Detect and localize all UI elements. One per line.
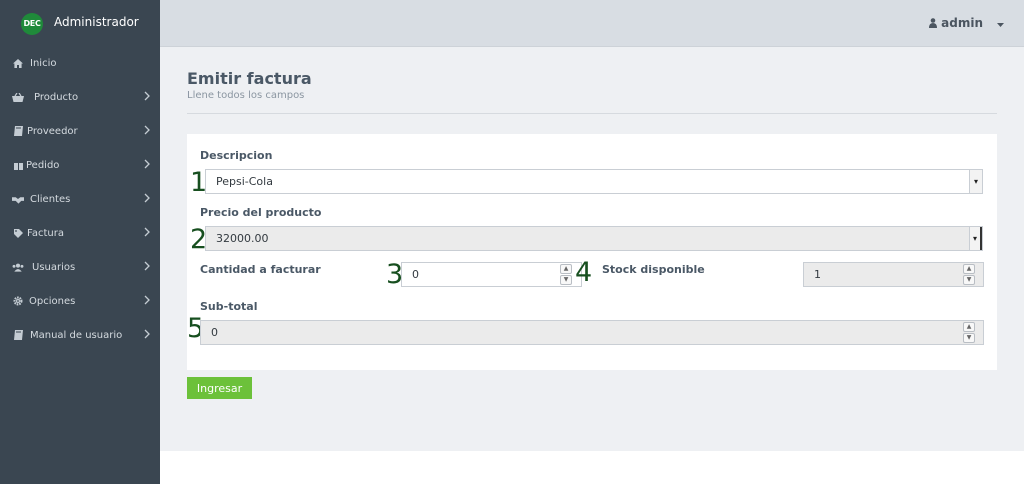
brand-name: Administrador <box>54 15 139 29</box>
cantidad-spinner[interactable]: ▲ ▼ <box>560 264 572 285</box>
sidebar-item-usuarios[interactable]: Usuarios <box>0 257 160 277</box>
sidebar-item-label: Manual de usuario <box>30 329 123 341</box>
descripcion-label: Descripcion <box>200 149 273 162</box>
divider <box>187 113 997 114</box>
stock-value: 1 <box>814 268 821 281</box>
sidebar: DEC Administrador Inicio Producto Provee… <box>0 0 160 484</box>
book-icon <box>12 330 24 340</box>
sidebar-item-label: Proveedor <box>27 125 78 137</box>
chevron-right-icon <box>144 193 150 206</box>
dropdown-arrow-icon[interactable]: ▾ <box>969 170 982 193</box>
page-subtitle: Llene todos los campos <box>187 90 305 101</box>
sidebar-item-clientes[interactable]: Clientes <box>0 189 160 209</box>
home-icon <box>12 58 24 68</box>
user-menu[interactable]: admin <box>929 16 1004 30</box>
subtotal-value: 0 <box>211 326 218 339</box>
chevron-right-icon <box>144 227 150 240</box>
marker-4: 4 <box>575 257 593 288</box>
brand-logo: DEC <box>21 12 43 35</box>
sidebar-item-label: Usuarios <box>32 261 76 273</box>
sidebar-item-label: Inicio <box>30 57 57 69</box>
sidebar-item-proveedor[interactable]: Proveedor <box>0 121 160 141</box>
precio-label: Precio del producto <box>200 206 322 219</box>
subtotal-input[interactable]: 0 ▲ ▼ <box>200 320 984 345</box>
chevron-right-icon <box>144 159 150 172</box>
subtotal-label: Sub-total <box>200 300 258 313</box>
spin-up-icon[interactable]: ▲ <box>963 322 975 332</box>
spin-down-icon[interactable]: ▼ <box>560 275 572 285</box>
main-content: Emitir factura Llene todos los campos De… <box>160 47 1024 451</box>
basket-icon <box>12 92 24 102</box>
subtotal-spinner[interactable]: ▲ ▼ <box>963 322 975 343</box>
cantidad-input[interactable]: 0 ▲ ▼ <box>401 262 582 287</box>
user-name: admin <box>941 16 983 30</box>
descripcion-select[interactable]: Pepsi-Cola ▾ <box>205 169 983 194</box>
sidebar-item-label: Pedido <box>26 159 60 171</box>
descripcion-value: Pepsi-Cola <box>216 175 273 188</box>
user-icon <box>929 18 938 28</box>
sidebar-item-inicio[interactable]: Inicio <box>0 53 160 73</box>
sidebar-item-producto[interactable]: Producto <box>0 87 160 107</box>
tag-icon <box>12 228 24 238</box>
sidebar-item-opciones[interactable]: Opciones <box>0 291 160 311</box>
sidebar-item-manual[interactable]: Manual de usuario <box>0 325 160 345</box>
chevron-right-icon <box>144 261 150 274</box>
spin-down-icon[interactable]: ▼ <box>963 275 975 285</box>
sidebar-item-factura[interactable]: Factura <box>0 223 160 243</box>
cantidad-label: Cantidad a facturar <box>200 263 321 276</box>
stock-spinner[interactable]: ▲ ▼ <box>963 264 975 285</box>
chevron-right-icon <box>144 329 150 342</box>
users-icon <box>12 263 24 272</box>
gift-icon <box>12 161 24 170</box>
sidebar-item-label: Factura <box>27 227 64 239</box>
book-icon <box>12 126 24 136</box>
chevron-right-icon <box>144 295 150 308</box>
dropdown-arrow-icon[interactable]: ▾ <box>969 227 982 250</box>
stock-input[interactable]: 1 ▲ ▼ <box>803 262 984 287</box>
footer <box>160 451 1024 484</box>
chevron-right-icon <box>144 125 150 138</box>
precio-select[interactable]: 32000.00 ▾ <box>205 226 983 251</box>
sidebar-item-label: Clientes <box>30 193 71 205</box>
page-title: Emitir factura <box>187 69 312 88</box>
stock-label: Stock disponible <box>602 263 705 276</box>
cog-icon <box>12 296 24 306</box>
invoice-form-panel: Descripcion 1 Pepsi-Cola ▾ Precio del pr… <box>187 134 997 370</box>
brand[interactable]: DEC Administrador <box>0 0 160 47</box>
sidebar-item-pedido[interactable]: Pedido <box>0 155 160 175</box>
spin-down-icon[interactable]: ▼ <box>963 333 975 343</box>
caret-down-icon <box>997 16 1004 30</box>
spin-up-icon[interactable]: ▲ <box>560 264 572 274</box>
precio-value: 32000.00 <box>216 232 269 245</box>
spin-up-icon[interactable]: ▲ <box>963 264 975 274</box>
sidebar-item-label: Producto <box>34 91 79 103</box>
cantidad-value: 0 <box>412 268 419 281</box>
sidebar-item-label: Opciones <box>29 295 76 307</box>
chevron-right-icon <box>144 91 150 104</box>
handshake-icon <box>12 195 24 204</box>
topbar: admin <box>160 0 1024 47</box>
ingresar-button[interactable]: Ingresar <box>187 377 252 399</box>
